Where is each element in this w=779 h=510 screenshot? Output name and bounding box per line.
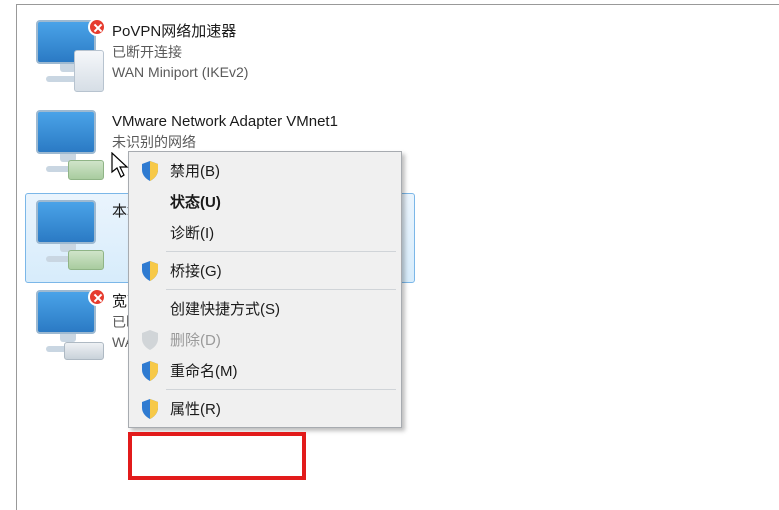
- shield-icon: [141, 261, 159, 281]
- connection-icon: [32, 290, 104, 362]
- shield-icon: [141, 361, 159, 381]
- connection-title: PoVPN网络加速器: [112, 22, 248, 42]
- shield-icon: [141, 161, 159, 181]
- error-badge-icon: [88, 288, 106, 306]
- menu-separator: [166, 251, 396, 252]
- menu-rename[interactable]: 重命名(M): [132, 355, 398, 386]
- menu-bridge[interactable]: 桥接(G): [132, 255, 398, 286]
- connection-icon: [32, 20, 104, 92]
- connection-device: WAN Miniport (IKEv2): [112, 62, 248, 82]
- connection-status: 已断开连接: [112, 42, 248, 62]
- menu-create-shortcut[interactable]: 创建快捷方式(S): [132, 293, 398, 324]
- connection-item[interactable]: PoVPN网络加速器 已断开连接 WAN Miniport (IKEv2): [25, 13, 415, 103]
- connection-icon: [32, 110, 104, 182]
- menu-delete: 删除(D): [132, 324, 398, 355]
- menu-disable[interactable]: 禁用(B): [132, 155, 398, 186]
- menu-diagnose[interactable]: 诊断(I): [132, 217, 398, 248]
- menu-properties[interactable]: 属性(R): [132, 393, 398, 424]
- menu-separator: [166, 389, 396, 390]
- shield-icon: [141, 330, 159, 350]
- connection-status: 未识别的网络: [112, 132, 338, 152]
- context-menu: 禁用(B) 状态(U) 诊断(I) 桥接(G) 创建快捷方式(S) 删除(D) …: [128, 151, 402, 428]
- menu-status[interactable]: 状态(U): [132, 186, 398, 217]
- error-badge-icon: [88, 18, 106, 36]
- menu-separator: [166, 289, 396, 290]
- shield-icon: [141, 399, 159, 419]
- connection-title: VMware Network Adapter VMnet1: [112, 112, 338, 132]
- connection-icon: [32, 200, 104, 272]
